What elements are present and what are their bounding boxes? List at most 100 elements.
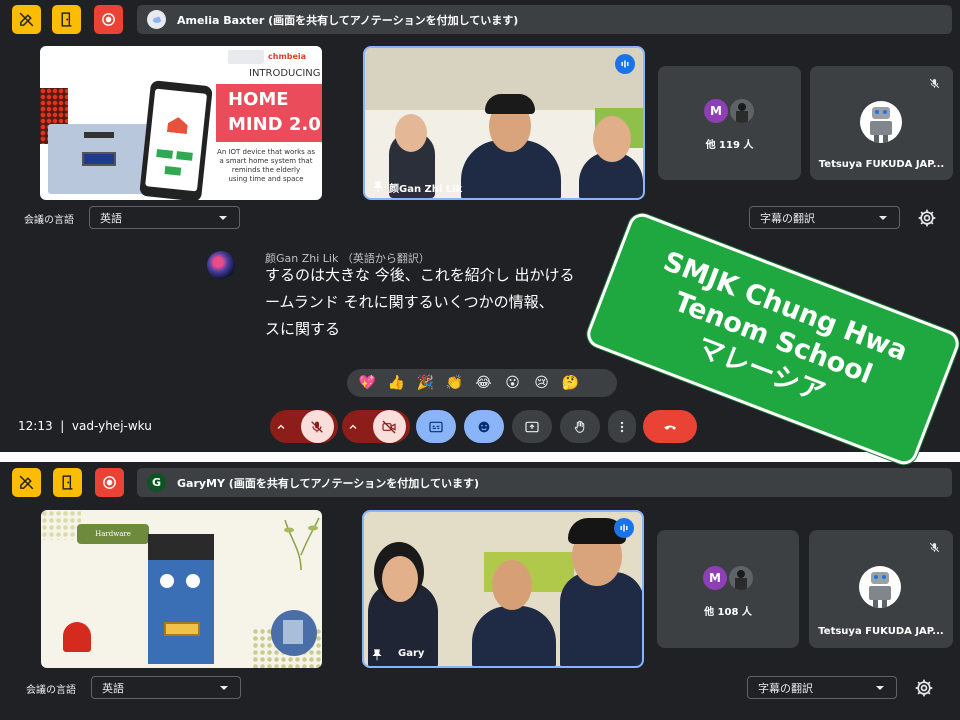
reaction-button[interactable]: 😮 xyxy=(500,372,525,394)
robot-avatar xyxy=(860,101,902,143)
emoji-button[interactable] xyxy=(464,410,504,443)
participant-avatar-figure xyxy=(730,99,754,123)
reaction-button[interactable]: 😂 xyxy=(471,372,496,394)
plant-decoration xyxy=(284,517,320,570)
slide-label: Hardware xyxy=(77,524,149,544)
meeting-language-label: 会議の言語 xyxy=(24,215,74,226)
clock-time: 12:13 xyxy=(18,419,53,433)
meeting-code: vad-yhej-wku xyxy=(71,419,152,433)
reaction-button[interactable]: 🤔 xyxy=(558,372,583,394)
speaker-name: Gary xyxy=(398,648,425,659)
robot-avatar xyxy=(859,566,901,608)
desc-line: using time and space xyxy=(228,175,304,183)
record-button[interactable] xyxy=(95,468,124,497)
brand-text: chmbeia xyxy=(268,52,307,61)
caption-line: スに関する xyxy=(265,320,341,338)
meeting-window-bottom: G GaryMY (画面を共有してアノテーションを付加しています) Hardwa… xyxy=(0,462,960,720)
caption-translation-value: 字幕の翻訳 xyxy=(758,681,813,695)
meeting-language-value: 英語 xyxy=(102,681,124,695)
camera-control[interactable] xyxy=(342,410,410,443)
shared-slide: Hardware xyxy=(41,510,322,668)
microphone-control[interactable] xyxy=(270,410,338,443)
participant-tile-tetsuya[interactable]: Tetsuya FUKUDA JAP... xyxy=(809,530,953,648)
face-right xyxy=(593,116,631,162)
caption-translation-select[interactable]: 字幕の翻訳 xyxy=(749,206,900,229)
pin-icon[interactable] xyxy=(371,180,385,194)
speaker-avatar xyxy=(207,251,235,279)
captions-button[interactable] xyxy=(416,410,456,443)
chevron-up-icon[interactable] xyxy=(347,419,359,435)
reaction-button[interactable]: 👍 xyxy=(384,372,409,394)
exit-annotation-button[interactable] xyxy=(52,5,81,34)
desc-line: An IOT device that works as xyxy=(217,148,315,156)
face-center xyxy=(492,560,532,610)
presenter-status: Amelia Baxter (画面を共有してアノテーションを付加しています) xyxy=(177,13,519,27)
participant-avatar-m: M xyxy=(703,566,727,590)
other-participants-tile[interactable]: M 他 119 人 xyxy=(658,66,801,180)
desc-line: a smart home system that xyxy=(219,157,313,165)
reaction-button[interactable]: 😢 xyxy=(529,372,554,394)
meeting-language-select[interactable]: 英語 xyxy=(89,206,240,229)
speaking-indicator-icon xyxy=(615,54,635,74)
gear-icon[interactable] xyxy=(917,208,937,228)
dot-decoration xyxy=(41,510,81,540)
screen-share-banner: Amelia Baxter (画面を共有してアノテーションを付加しています) xyxy=(137,5,952,34)
exit-annotation-button[interactable] xyxy=(53,468,82,497)
pen-off-icon xyxy=(19,475,34,490)
camera-toggle-button[interactable] xyxy=(372,410,406,443)
record-button[interactable] xyxy=(94,5,123,34)
reaction-button[interactable]: 💖 xyxy=(355,372,380,394)
chevron-down-icon xyxy=(219,216,227,220)
slide-introducing: INTRODUCING xyxy=(249,68,321,79)
speaker-video-tile[interactable]: 颜Gan Zhi Lik xyxy=(363,46,645,200)
reaction-button[interactable]: 👏 xyxy=(442,372,467,394)
present-screen-button[interactable] xyxy=(512,410,552,443)
screen-share-banner: G GaryMY (画面を共有してアノテーションを付加しています) xyxy=(137,468,952,497)
caption-translation-select[interactable]: 字幕の翻訳 xyxy=(747,676,897,699)
speaker-video-tile[interactable]: Gary xyxy=(362,510,644,668)
stop-annotation-button[interactable] xyxy=(12,468,41,497)
slide-description: An IOT device that works as a smart home… xyxy=(212,148,320,184)
hair-center xyxy=(485,94,535,114)
face-left xyxy=(382,556,418,602)
chevron-down-icon xyxy=(220,686,228,690)
school-logo xyxy=(228,50,264,64)
meeting-language-value: 英語 xyxy=(100,211,122,225)
pin-icon[interactable] xyxy=(370,648,384,662)
title-box: HOME MIND 2.0 xyxy=(216,84,322,142)
camera-off-icon xyxy=(382,420,396,433)
others-count: 他 119 人 xyxy=(705,140,754,151)
robot-participant-name: Tetsuya FUKUDA JAP... xyxy=(818,159,945,170)
chevron-down-icon xyxy=(879,216,887,220)
leave-call-button[interactable] xyxy=(643,410,697,443)
caption-translation-value: 字幕の翻訳 xyxy=(760,211,815,225)
more-options-button[interactable] xyxy=(608,410,636,443)
record-icon xyxy=(103,476,116,489)
participant-tile-tetsuya[interactable]: Tetsuya FUKUDA JAP... xyxy=(810,66,953,180)
siren-icon xyxy=(63,622,91,652)
slide-title-line1: HOME xyxy=(228,89,289,110)
shared-slide: chmbeia INTRODUCING HOME MIND 2.0 An IOT… xyxy=(40,46,322,200)
present-icon xyxy=(525,421,539,432)
gear-icon[interactable] xyxy=(914,678,934,698)
door-icon xyxy=(61,12,72,27)
meeting-language-label: 会議の言語 xyxy=(26,685,76,696)
meeting-language-select[interactable]: 英語 xyxy=(91,676,241,699)
mic-toggle-button[interactable] xyxy=(300,410,334,443)
robot-participant-name: Tetsuya FUKUDA JAP... xyxy=(818,626,944,637)
phone-image xyxy=(139,80,213,200)
hang-up-icon xyxy=(664,425,676,430)
mic-off-icon xyxy=(923,72,945,94)
other-participants-tile[interactable]: M 他 108 人 xyxy=(657,530,799,648)
stop-annotation-button[interactable] xyxy=(12,5,41,34)
participant-avatar-m: M xyxy=(704,99,728,123)
caption-line: するのは大きな 今後、これを紹介し 出かける xyxy=(265,266,575,284)
desc-line: reminds the elderly xyxy=(231,166,301,174)
chevron-down-icon xyxy=(876,686,884,690)
raise-hand-button[interactable] xyxy=(560,410,600,443)
presenter-avatar xyxy=(147,10,166,29)
mic-off-icon xyxy=(923,536,945,558)
hand-icon xyxy=(574,420,585,433)
chevron-up-icon[interactable] xyxy=(275,419,287,435)
reaction-button[interactable]: 🎉 xyxy=(413,372,438,394)
